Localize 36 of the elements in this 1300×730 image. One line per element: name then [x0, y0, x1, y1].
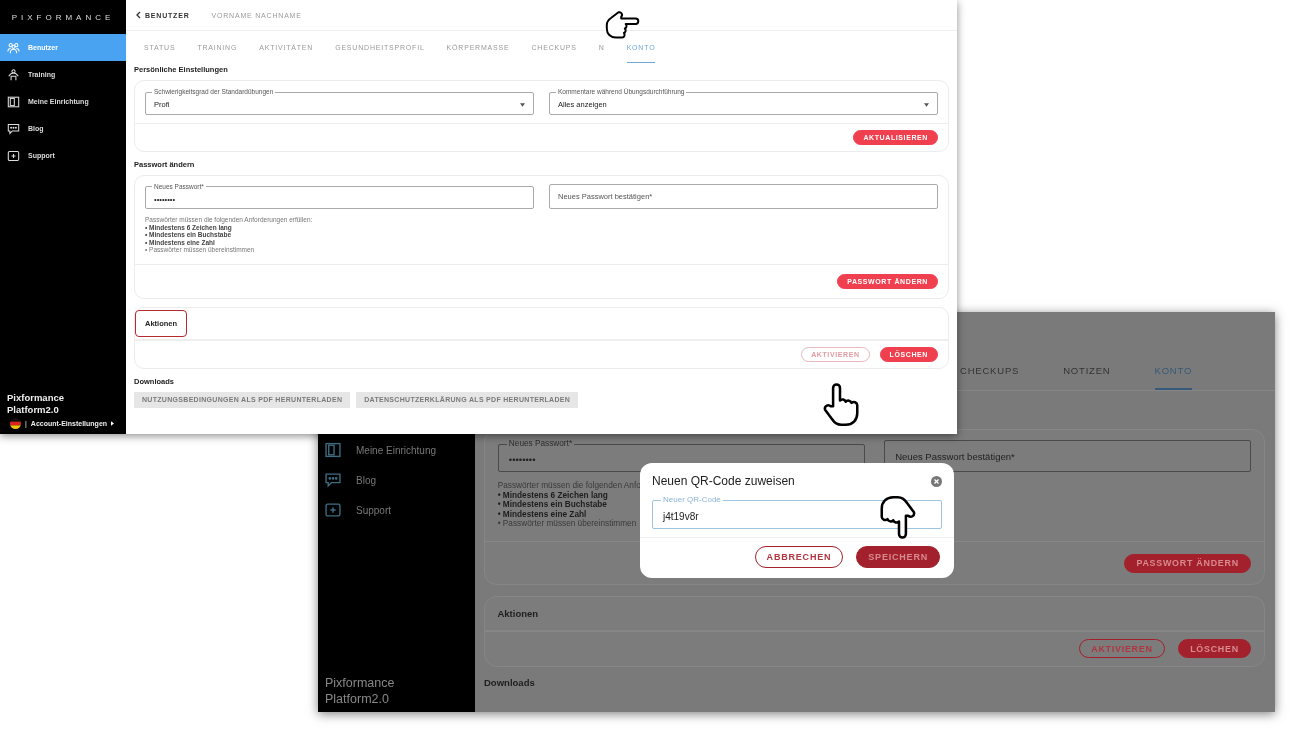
password-field[interactable]: Neues Passwort bestätigen* [884, 440, 1252, 472]
brand-name: Pixformance Platform2.0 [6, 392, 66, 416]
brand-name: Pixformance Platform2.0 [324, 675, 396, 707]
caret-icon [520, 102, 525, 107]
sidebar-item[interactable]: Meine Einrichtung [318, 435, 475, 465]
requirement-text: • Mindestens eine Zahl [497, 509, 587, 519]
button[interactable]: LÖSCHEN [1177, 639, 1252, 659]
chat-icon [324, 472, 342, 488]
caret-icon [924, 102, 929, 107]
requirement-text: • Passwörter müssen übereinstimmen [497, 519, 637, 529]
dialog-title: Neuen QR-Code zuweisen [652, 474, 795, 488]
tab[interactable]: CHECKUPS [960, 350, 1020, 390]
chevron-icon [136, 11, 141, 19]
users-icon [7, 41, 20, 54]
logo: PIXFORMANCE [10, 11, 116, 24]
door-icon [324, 442, 342, 458]
chat-icon [7, 122, 20, 135]
field-value: •••••••• [508, 454, 536, 466]
section-title: Downloads [484, 677, 536, 689]
close-icon [931, 475, 942, 487]
field-value: j4t19v8r [663, 510, 699, 522]
plus-box-icon [7, 149, 20, 162]
requirement-text: • Mindestens 6 Zeichen lang [497, 490, 608, 501]
triangle-icon [111, 421, 115, 426]
tab[interactable]: NOTIZEN [1063, 350, 1111, 390]
person-icon [7, 68, 20, 81]
close-button[interactable] [931, 475, 942, 487]
button[interactable]: SPEICHERN [856, 546, 940, 568]
plus-box-icon [324, 502, 342, 518]
flag-icon [10, 418, 21, 429]
button[interactable]: PASSWORT ÄNDERN [1124, 553, 1252, 573]
sidebar-item[interactable]: Support [318, 495, 475, 525]
section-title: Aktionen [496, 606, 540, 621]
requirement-text: • Mindestens ein Buchstabe [497, 500, 607, 510]
door-icon [7, 95, 20, 108]
sidebar-item[interactable]: Blog [318, 465, 475, 495]
